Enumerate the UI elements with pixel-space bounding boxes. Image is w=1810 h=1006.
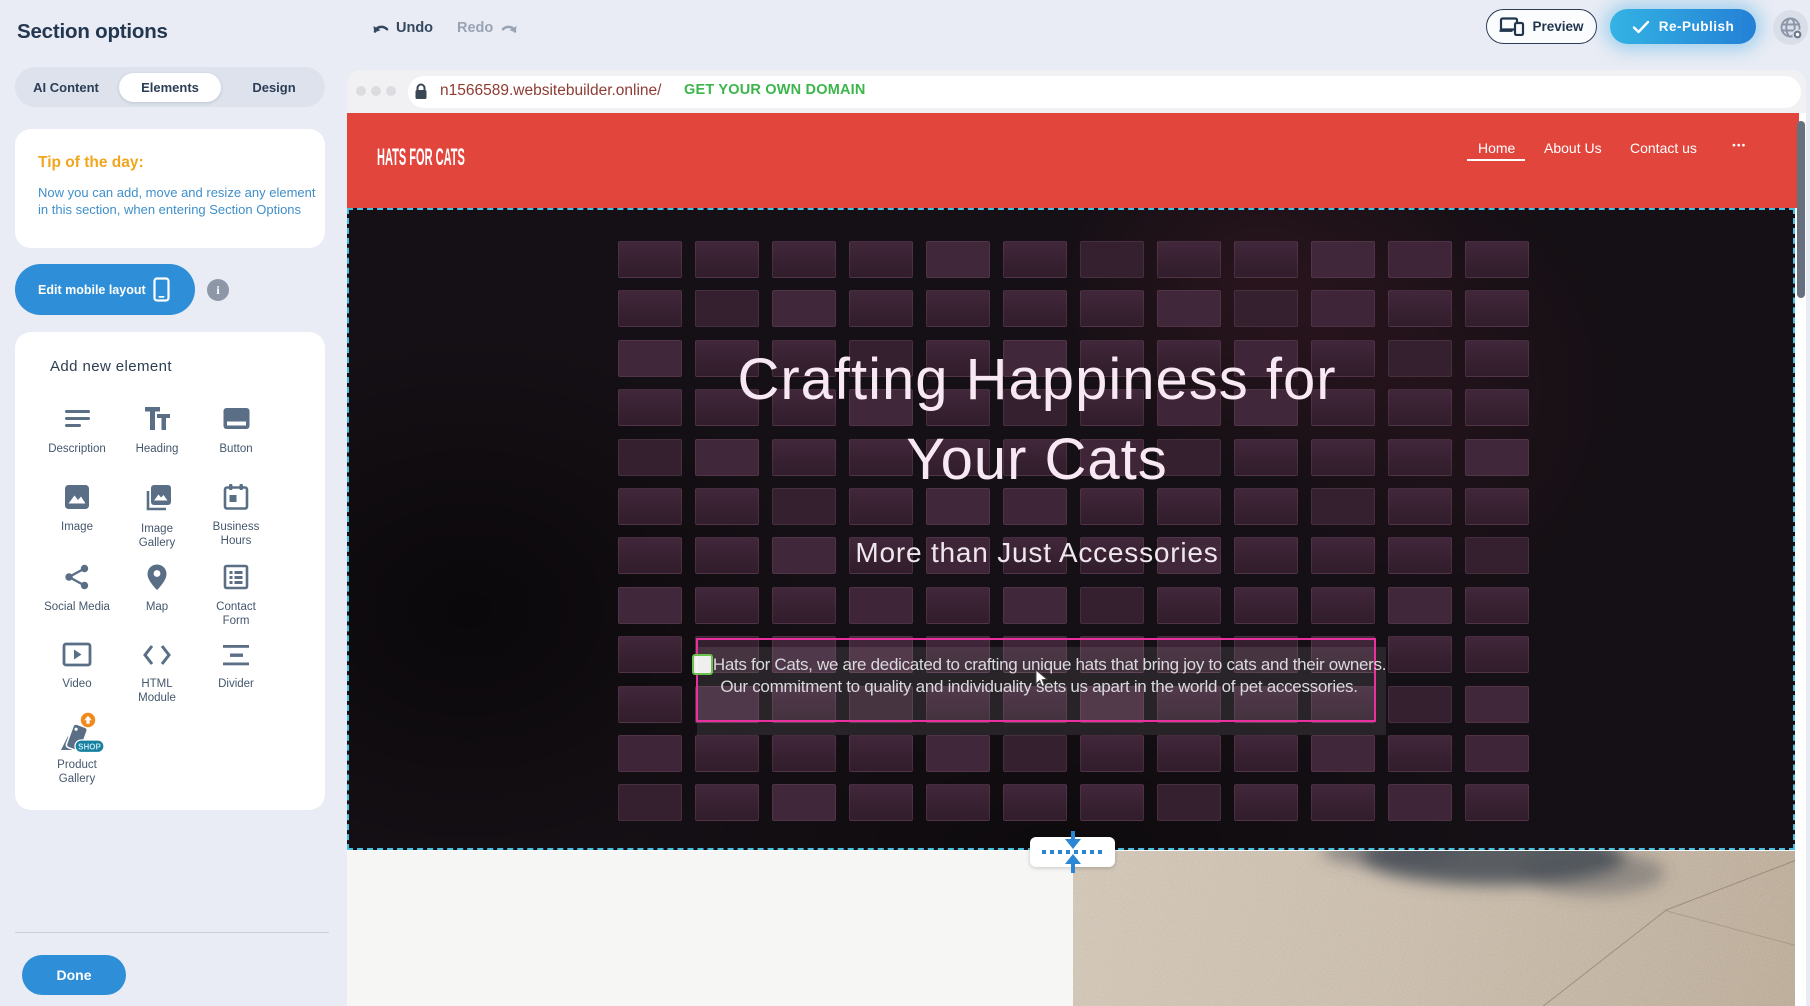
svg-text:SHOP: SHOP <box>78 743 101 752</box>
